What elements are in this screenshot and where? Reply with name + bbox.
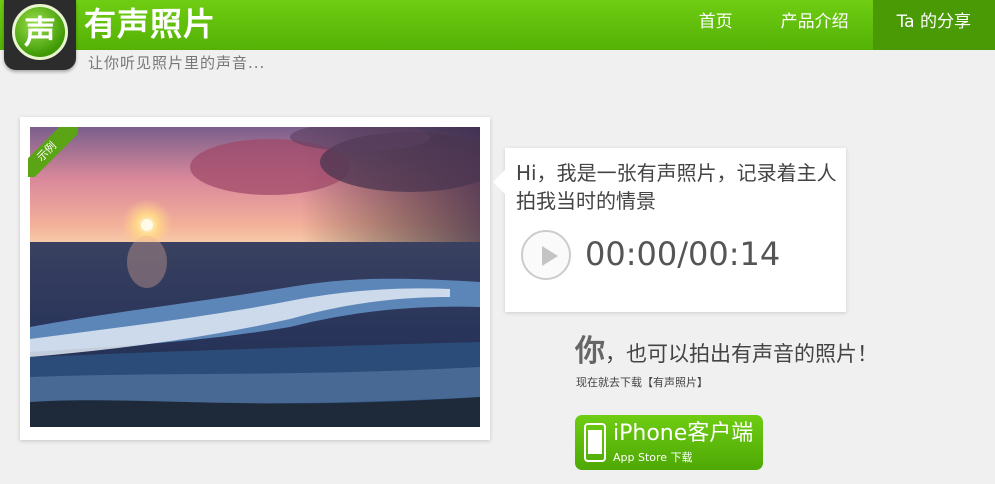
sunset-image <box>30 127 480 427</box>
app-logo[interactable]: 声 <box>4 0 76 70</box>
example-ribbon-label: 示例 <box>28 127 78 177</box>
bubble-text: Hi，我是一张有声照片，记录着主人拍我当时的情景 <box>516 161 837 213</box>
logo-icon: 声 <box>12 4 68 60</box>
logo-char: 声 <box>23 13 56 51</box>
main-nav: 首页 产品介绍 Ta 的分享 <box>675 0 995 50</box>
playback-time: 00:00/00:14 <box>585 235 781 273</box>
sunset-photo <box>30 127 480 427</box>
cta-rest: ，也可以拍出有声音的照片！ <box>605 342 878 366</box>
brand-title: 有声照片 <box>84 5 217 43</box>
cta-emphasis: 你 <box>575 334 605 369</box>
nav-product[interactable]: 产品介绍 <box>757 0 873 50</box>
play-button[interactable] <box>521 230 571 280</box>
play-icon <box>542 246 558 266</box>
download-title: iPhone客户端 <box>613 421 754 446</box>
iphone-screen <box>588 430 602 454</box>
tagline: 让你听见照片里的声音... <box>88 54 266 72</box>
download-subtitle: App Store 下载 <box>613 451 693 464</box>
nav-share[interactable]: Ta 的分享 <box>872 0 995 50</box>
cta-headline: 你，也可以拍出有声音的照片！ <box>575 332 878 374</box>
cta-subtext: 现在就去下载【有声照片】 <box>576 376 708 389</box>
photo-card <box>20 117 490 440</box>
example-ribbon: 示例 <box>28 127 78 177</box>
nav-home[interactable]: 首页 <box>675 0 757 50</box>
iphone-download-button[interactable]: iPhone客户端 App Store 下载 <box>575 415 763 470</box>
voice-bubble: Hi，我是一张有声照片，记录着主人拍我当时的情景 00:00/00:14 <box>493 148 846 312</box>
bubble-arrow <box>493 170 505 194</box>
iphone-icon <box>584 423 606 462</box>
